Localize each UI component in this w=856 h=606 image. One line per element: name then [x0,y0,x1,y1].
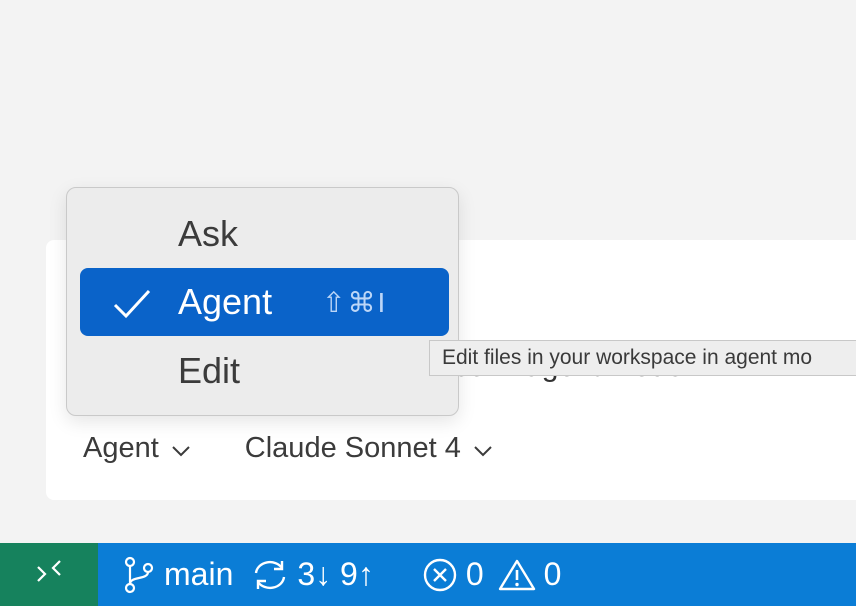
tooltip: Edit files in your workspace in agent mo [429,340,856,376]
menu-item-label: Agent [178,281,273,322]
keyboard-shortcut: ⇧⌘I [322,286,388,318]
error-icon [422,557,458,593]
menu-item-agent[interactable]: Agent ⇧⌘I [80,268,449,336]
menu-item-label: Ask [178,213,239,254]
chevron-down-icon [171,432,191,465]
chevron-down-icon [473,432,493,465]
status-bar: main 3↓ 9↑ 0 0 [0,543,856,606]
git-branch-icon [122,556,156,594]
mode-picker[interactable]: Agent [83,432,191,465]
sync-counts: 3↓ 9↑ [297,556,374,592]
remote-icon [34,557,64,592]
mode-picker-label: Agent [83,432,159,464]
menu-item-edit[interactable]: Edit [80,337,449,405]
model-picker-label: Claude Sonnet 4 [244,432,461,464]
checkmark-icon [112,288,152,320]
warning-icon [498,558,536,592]
branch-status[interactable]: main [122,556,233,594]
model-picker[interactable]: Claude Sonnet 4 [245,432,493,465]
warning-count: 0 [543,556,562,592]
problems-status[interactable]: 0 0 [422,556,562,593]
menu-item-label: Edit [178,350,241,391]
sync-status[interactable]: 3↓ 9↑ [251,556,374,593]
menu-item-ask[interactable]: Ask [80,200,449,268]
branch-name: main [164,556,234,592]
chat-toolbar: Agent Claude Sonnet 4 [83,432,493,465]
error-count: 0 [465,556,484,592]
mode-menu: Ask Agent ⇧⌘I Edit [66,187,459,416]
remote-indicator-button[interactable] [0,543,98,606]
sync-icon [251,558,289,592]
